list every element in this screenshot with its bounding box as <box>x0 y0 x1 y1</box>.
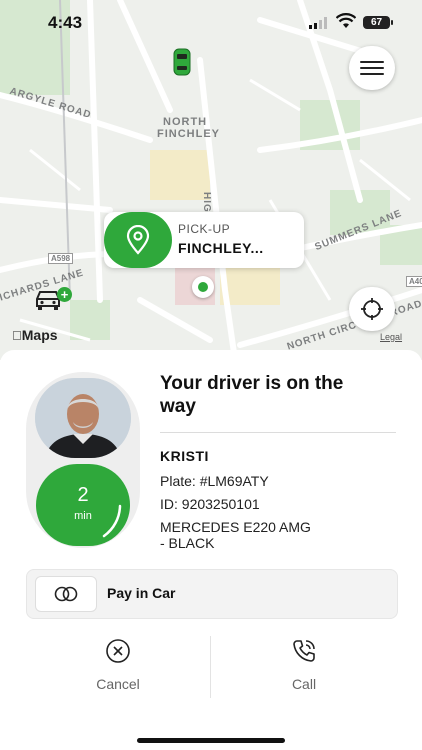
status-bar: 4:43 67 <box>0 0 422 44</box>
car-color: - BLACK <box>160 535 215 551</box>
pickup-location-marker <box>192 276 214 298</box>
driver-card: 2 min <box>26 372 140 548</box>
call-label: Call <box>291 676 317 692</box>
pay-in-car-icon <box>35 576 97 612</box>
driver-car-icon <box>173 48 191 76</box>
map-view[interactable]: ARGYLE ROAD NORTH FINCHLEY SUMMERS LANE … <box>0 0 422 360</box>
car-model: MERCEDES E220 AMG <box>160 519 311 535</box>
driver-id: ID: 9203250101 <box>160 496 260 512</box>
cancel-button[interactable]: Cancel <box>58 638 178 692</box>
divider <box>160 432 396 433</box>
add-icon[interactable]: + <box>57 287 72 302</box>
driver-photo <box>35 378 131 458</box>
signal-icon <box>309 17 327 29</box>
recenter-button[interactable] <box>349 287 395 331</box>
cancel-label: Cancel <box>96 676 140 692</box>
phone-icon <box>293 640 315 662</box>
pickup-label: PICK-UP <box>178 222 231 236</box>
status-time: 4:43 <box>48 13 83 32</box>
payment-label: Pay in Car <box>107 585 176 601</box>
status-headline: Your driver is on the way <box>160 373 344 417</box>
menu-button[interactable] <box>349 46 395 90</box>
map-label-north: NORTH <box>163 116 208 128</box>
hamburger-icon <box>360 61 384 75</box>
wifi-icon <box>336 13 356 28</box>
legal-link[interactable]: Legal <box>380 332 402 342</box>
eta-unit: min <box>74 510 92 522</box>
call-button[interactable]: Call <box>244 638 364 692</box>
eta-value: 2 <box>77 484 89 506</box>
driver-sheet: 2 min Your driver is on the way KRISTI P… <box>0 350 422 750</box>
close-icon <box>106 639 130 663</box>
eta-badge: 2 min <box>36 464 130 546</box>
plate-number: Plate: #LM69ATY <box>160 473 269 489</box>
pickup-callout[interactable]: PICK-UP FINCHLEY... <box>104 212 304 268</box>
location-pin-icon <box>126 225 150 255</box>
map-label-finchley: FINCHLEY <box>157 128 220 140</box>
crosshair-icon <box>361 298 383 320</box>
driver-avatar <box>35 378 131 458</box>
maps-logo: Maps <box>12 327 58 343</box>
driver-name: KRISTI <box>160 448 209 464</box>
pickup-pin <box>104 212 172 268</box>
pickup-address: FINCHLEY... <box>178 240 264 256</box>
home-indicator <box>137 738 285 743</box>
map-label-a406: A406 <box>406 276 422 287</box>
actions-divider <box>210 636 211 698</box>
battery-indicator: 67 <box>363 16 393 29</box>
payment-method[interactable]: Pay in Car <box>26 569 398 619</box>
map-label-a598: A598 <box>48 253 74 264</box>
